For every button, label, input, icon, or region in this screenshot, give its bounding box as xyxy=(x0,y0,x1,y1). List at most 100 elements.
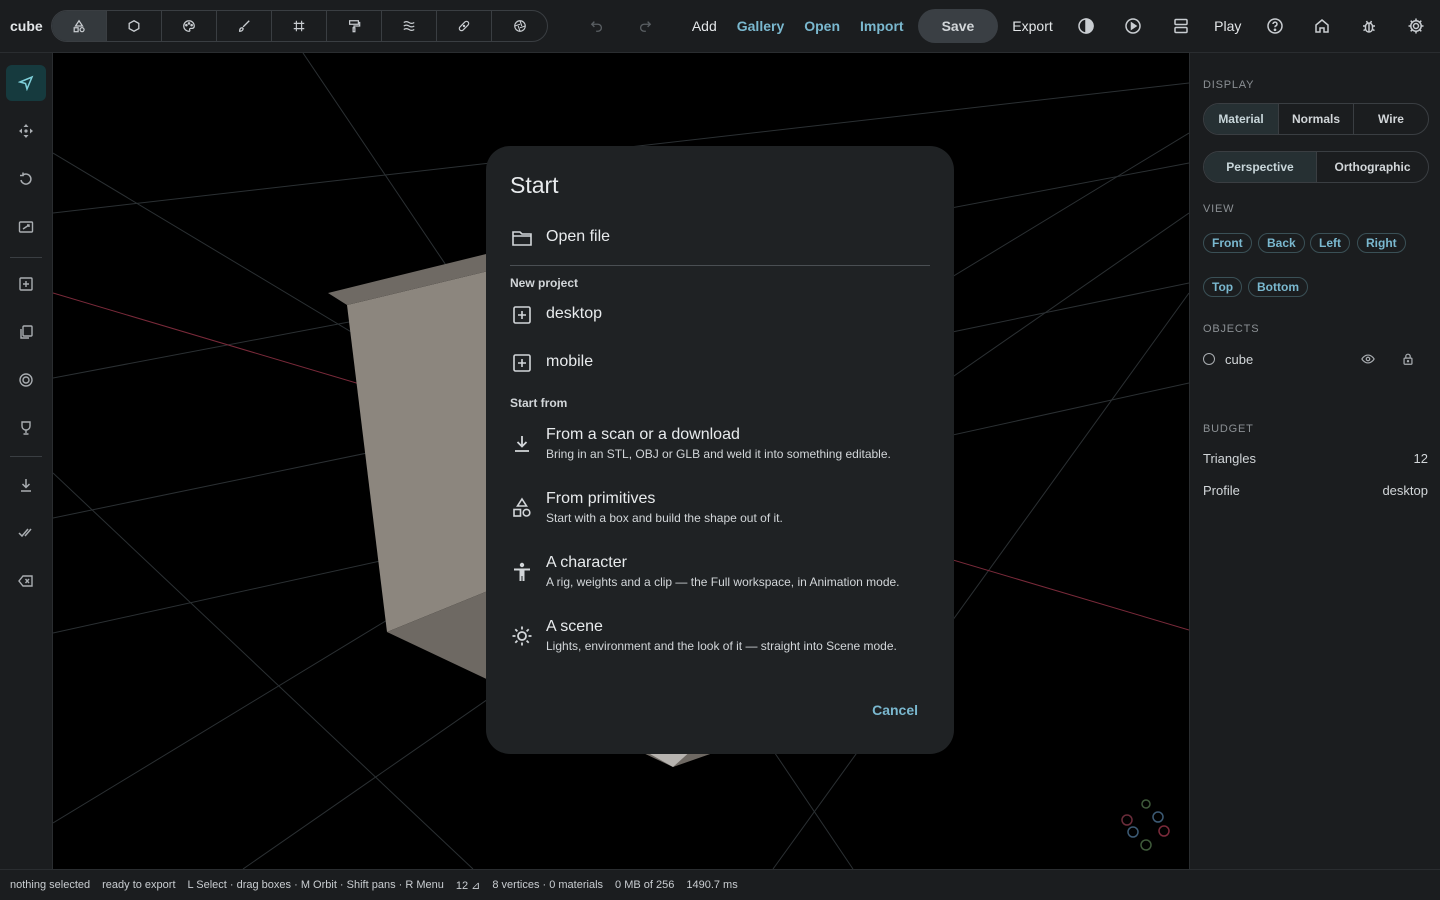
aperture-tool-button[interactable] xyxy=(492,11,547,41)
perspective-button[interactable]: Perspective xyxy=(1204,152,1317,182)
debug-button[interactable] xyxy=(1346,11,1393,41)
undo-icon xyxy=(591,21,603,32)
export-button[interactable]: Export xyxy=(1002,11,1062,41)
undo-button[interactable] xyxy=(574,11,621,41)
eye-icon xyxy=(1361,354,1375,364)
trophy-button[interactable] xyxy=(6,410,46,446)
circle-icon xyxy=(128,20,140,32)
move-icon xyxy=(19,124,33,138)
start-from-scan[interactable]: From a scan or a download Bring in an ST… xyxy=(510,424,930,461)
save-button[interactable]: Save xyxy=(917,9,999,43)
option-subtitle: A rig, weights and a clip — the Full wor… xyxy=(546,575,900,589)
view-bottom-button[interactable]: Bottom xyxy=(1248,277,1308,297)
control-hints: L Select · drag boxes · M Orbit · Shift … xyxy=(187,879,444,891)
shading-wire-button[interactable]: Wire xyxy=(1354,104,1428,134)
add-object-button[interactable] xyxy=(6,266,46,302)
waves-tool-button[interactable] xyxy=(382,11,438,41)
person-icon xyxy=(510,560,534,584)
settings-button[interactable] xyxy=(1393,11,1440,41)
add-box-icon xyxy=(510,303,534,327)
paint-roller-icon xyxy=(349,20,361,33)
brush-icon xyxy=(239,20,250,32)
bandage-icon xyxy=(458,20,470,32)
start-from-scene[interactable]: A scene Lights, environment and the look… xyxy=(510,616,930,653)
waves-icon xyxy=(403,21,415,31)
new-project-desktop[interactable]: desktop xyxy=(510,303,930,327)
redo-icon xyxy=(639,21,651,32)
download-button[interactable] xyxy=(6,467,46,503)
budget-profile-row: Profile desktop xyxy=(1203,483,1428,498)
import-button[interactable]: Import xyxy=(850,11,914,41)
home-icon xyxy=(1315,19,1329,33)
object-row[interactable]: cube xyxy=(1203,349,1428,369)
brush-tool-button[interactable] xyxy=(217,11,273,41)
folder-icon xyxy=(510,226,534,250)
new-project-heading: New project xyxy=(510,276,579,290)
start-from-character[interactable]: A character A rig, weights and a clip — … xyxy=(510,552,930,589)
rotate-tool-button[interactable] xyxy=(6,161,46,197)
rail-divider xyxy=(10,456,42,457)
start-from-primitives[interactable]: From primitives Start with a box and bui… xyxy=(510,488,930,525)
check-all-button[interactable] xyxy=(6,515,46,551)
start-dialog: Start Open file New project desktop mobi… xyxy=(486,146,954,754)
circle-tool-button[interactable] xyxy=(107,11,163,41)
objects-heading: OBJECTS xyxy=(1203,323,1260,335)
memory-usage: 0 MB of 256 xyxy=(615,879,675,891)
gallery-button[interactable]: Gallery xyxy=(727,11,794,41)
view-left-button[interactable]: Left xyxy=(1310,233,1350,253)
play-button[interactable]: Play xyxy=(1204,11,1251,41)
view-top-button[interactable]: Top xyxy=(1203,277,1243,297)
redo-button[interactable] xyxy=(621,11,668,41)
delete-button[interactable] xyxy=(6,563,46,599)
dialog-title: Start xyxy=(510,172,559,198)
play-circle-button[interactable] xyxy=(1110,11,1157,41)
orthographic-button[interactable]: Orthographic xyxy=(1317,152,1428,182)
open-file-label: Open file xyxy=(546,228,611,245)
contrast-button[interactable] xyxy=(1063,11,1110,41)
bug-icon xyxy=(1363,20,1376,33)
view-back-button[interactable]: Back xyxy=(1258,233,1305,253)
status-bar: nothing selected ready to export L Selec… xyxy=(0,869,1440,900)
play-circle-icon xyxy=(1125,18,1142,34)
new-project-mobile[interactable]: mobile xyxy=(510,351,930,375)
view-right-button[interactable]: Right xyxy=(1357,233,1406,253)
open-file-button[interactable]: Open file xyxy=(510,226,930,266)
select-tool-button[interactable] xyxy=(6,65,46,101)
shapes-tool-button[interactable] xyxy=(52,11,108,41)
visibility-toggle[interactable] xyxy=(1348,352,1388,366)
check-all-icon xyxy=(18,528,32,538)
paint-roller-tool-button[interactable] xyxy=(327,11,383,41)
properties-panel: DISPLAY Material Normals Wire Perspectiv… xyxy=(1189,53,1440,869)
delete-icon xyxy=(18,575,33,587)
budget-label: Profile xyxy=(1203,483,1240,498)
lock-icon xyxy=(1403,353,1413,365)
grid-icon xyxy=(294,20,305,32)
scale-tool-button[interactable] xyxy=(6,209,46,245)
lock-toggle[interactable] xyxy=(1388,352,1428,366)
cancel-button[interactable]: Cancel xyxy=(872,702,918,718)
add-button[interactable]: Add xyxy=(682,11,727,41)
target-button[interactable] xyxy=(6,362,46,398)
shading-normals-button[interactable]: Normals xyxy=(1279,104,1354,134)
projection-segment: Perspective Orthographic xyxy=(1203,151,1429,183)
bandage-tool-button[interactable] xyxy=(437,11,493,41)
duplicate-button[interactable] xyxy=(6,314,46,350)
view-front-button[interactable]: Front xyxy=(1203,233,1252,253)
help-button[interactable] xyxy=(1251,11,1298,41)
move-tool-button[interactable] xyxy=(6,113,46,149)
layout-button[interactable] xyxy=(1157,11,1204,41)
option-subtitle: Start with a box and build the shape out… xyxy=(546,511,783,525)
grid-tool-button[interactable] xyxy=(272,11,328,41)
home-button[interactable] xyxy=(1299,11,1346,41)
palette-tool-button[interactable] xyxy=(162,11,218,41)
object-name: cube xyxy=(1225,351,1254,367)
frame-time: 1490.7 ms xyxy=(686,879,738,891)
workspace-tool-group xyxy=(51,10,549,42)
shading-material-button[interactable]: Material xyxy=(1204,104,1279,134)
orientation-gizmo[interactable] xyxy=(1117,796,1177,856)
palette-icon xyxy=(183,20,196,32)
select-icon xyxy=(18,75,34,91)
option-subtitle: Lights, environment and the look of it —… xyxy=(546,639,897,653)
shapes-icon xyxy=(73,19,85,33)
open-button[interactable]: Open xyxy=(794,11,850,41)
